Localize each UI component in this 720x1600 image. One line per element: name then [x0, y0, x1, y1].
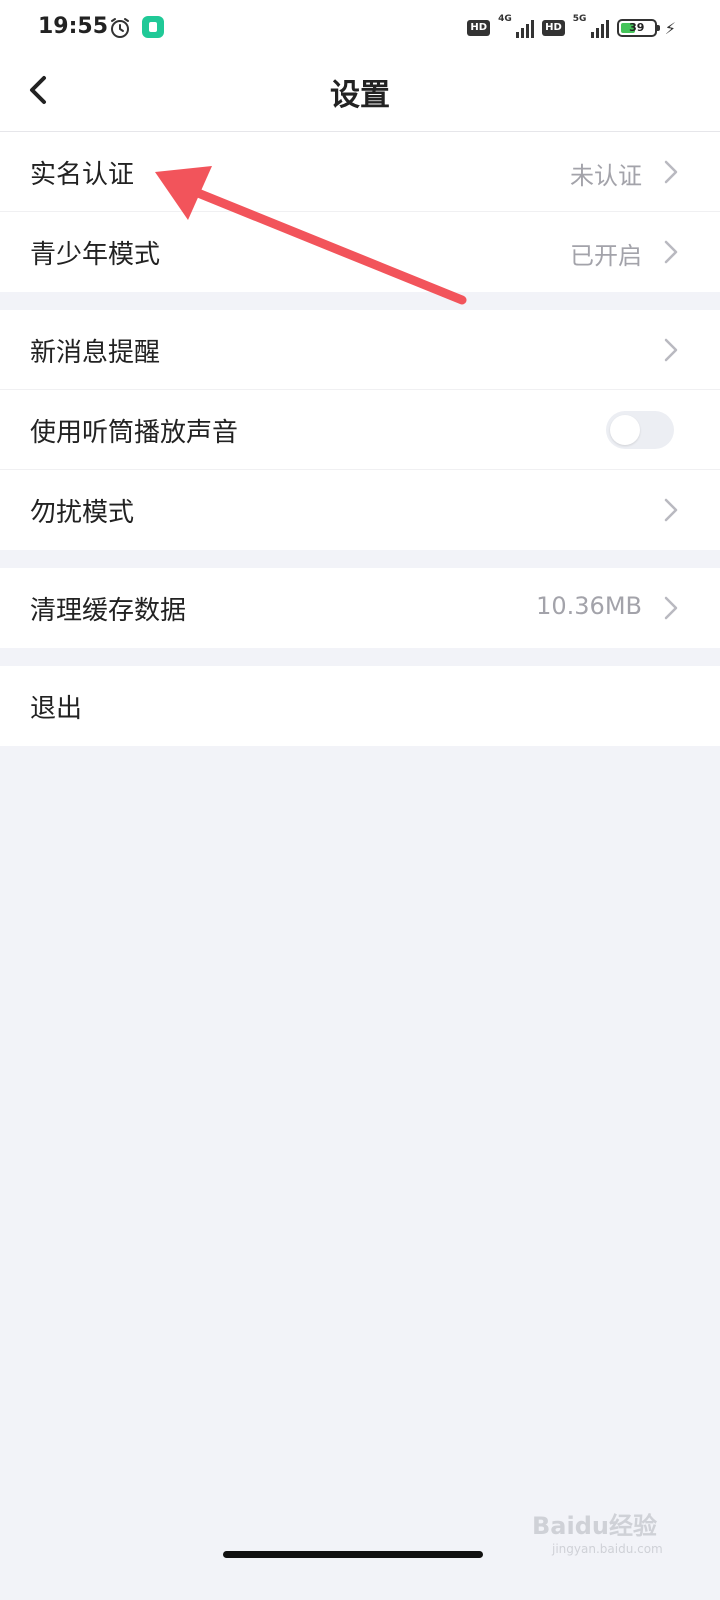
settings-group-account: 实名认证 未认证 青少年模式 已开启: [0, 132, 720, 292]
row-label: 退出: [30, 694, 83, 724]
battery-level: 39: [629, 21, 645, 34]
home-indicator[interactable]: [223, 1551, 483, 1558]
row-label: 新消息提醒: [30, 338, 161, 368]
chevron-right-icon: [664, 160, 678, 184]
status-indicators: HD 4G HD 5G 39 ⚡: [467, 14, 676, 40]
settings-group-notifications: 新消息提醒 使用听筒播放声音 勿扰模式: [0, 310, 720, 550]
status-time: 19:55: [38, 14, 109, 39]
row-clear-cache[interactable]: 清理缓存数据 10.36MB: [0, 568, 720, 648]
chevron-right-icon: [664, 240, 678, 264]
toggle-knob: [610, 415, 640, 445]
chevron-right-icon: [664, 596, 678, 620]
signal-icon: 5G: [572, 14, 609, 40]
row-do-not-disturb[interactable]: 勿扰模式: [0, 470, 720, 550]
settings-group-storage: 清理缓存数据 10.36MB: [0, 568, 720, 648]
row-value: 未认证: [570, 162, 642, 190]
row-earpiece-audio: 使用听筒播放声音: [0, 390, 720, 470]
earpiece-toggle[interactable]: [606, 411, 674, 449]
baidu-watermark: Baidu经验 jingyan.baidu.com: [532, 1500, 692, 1570]
logout-button[interactable]: 退出: [0, 666, 720, 746]
row-label: 实名认证: [30, 160, 135, 190]
row-new-message-alert[interactable]: 新消息提醒: [0, 310, 720, 390]
hd-badge: HD: [542, 20, 565, 36]
app-shield-icon: [142, 16, 164, 38]
nav-header: 设置: [0, 56, 720, 132]
watermark-text: Baidu经验: [532, 1512, 657, 1540]
row-label: 青少年模式: [30, 240, 161, 270]
cache-size: 10.36MB: [536, 592, 642, 620]
row-value: 已开启: [570, 242, 642, 270]
signal-icon: 4G: [498, 14, 535, 40]
row-label: 勿扰模式: [30, 498, 135, 528]
watermark-sub: jingyan.baidu.com: [552, 1542, 663, 1556]
row-real-name-auth[interactable]: 实名认证 未认证: [0, 132, 720, 212]
status-bar: 19:55 HD 4G HD 5G 39 ⚡: [0, 0, 720, 56]
hd-badge: HD: [467, 20, 491, 36]
network-type: 4G: [498, 14, 512, 24]
chevron-right-icon: [664, 498, 678, 522]
settings-group-logout: 退出: [0, 666, 720, 746]
charging-icon: ⚡: [664, 18, 676, 38]
row-teen-mode[interactable]: 青少年模式 已开启: [0, 212, 720, 292]
battery-icon: 39: [616, 19, 660, 37]
chevron-right-icon: [664, 338, 678, 362]
alarm-icon: [111, 18, 129, 38]
page-title: 设置: [330, 78, 390, 113]
row-label: 使用听筒播放声音: [30, 418, 239, 448]
network-type: 5G: [572, 14, 587, 24]
row-label: 清理缓存数据: [30, 596, 187, 626]
